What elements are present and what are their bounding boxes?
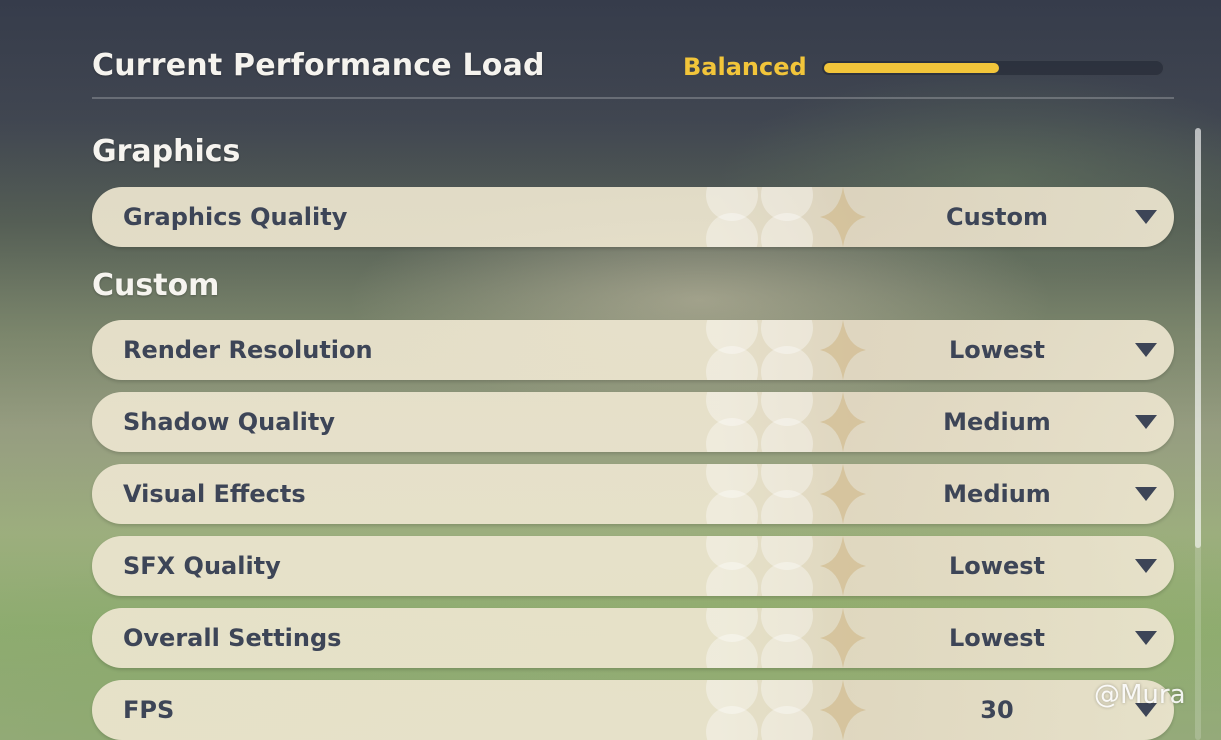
header-divider <box>92 97 1174 99</box>
caret-down-icon <box>1135 210 1157 224</box>
fps-label: FPS <box>123 696 175 724</box>
caret-down-icon <box>1135 487 1157 501</box>
render-resolution-dropdown[interactable]: Render Resolution Lowest <box>92 320 1174 380</box>
shadow-quality-label: Shadow Quality <box>123 408 336 436</box>
section-title-graphics: Graphics <box>92 134 241 169</box>
graphics-quality-value: Custom <box>946 203 1048 231</box>
sfx-quality-value: Lowest <box>949 552 1045 580</box>
graphics-quality-dropdown[interactable]: Graphics Quality Custom <box>92 187 1174 247</box>
graphics-quality-label: Graphics Quality <box>123 203 348 231</box>
render-resolution-label: Render Resolution <box>123 336 373 364</box>
performance-load-bar-fill <box>824 63 999 73</box>
visual-effects-value: Medium <box>943 480 1051 508</box>
scrollbar-thumb[interactable] <box>1195 128 1201 548</box>
render-resolution-value: Lowest <box>949 336 1045 364</box>
section-title-custom: Custom <box>92 268 220 303</box>
visual-effects-dropdown[interactable]: Visual Effects Medium <box>92 464 1174 524</box>
visual-effects-label: Visual Effects <box>123 480 306 508</box>
performance-load-level: Balanced <box>683 53 807 81</box>
caret-down-icon <box>1135 415 1157 429</box>
sfx-quality-label: SFX Quality <box>123 552 281 580</box>
performance-load-bar <box>821 60 1164 76</box>
scrollbar[interactable] <box>1195 128 1201 740</box>
performance-load-title: Current Performance Load <box>92 48 545 83</box>
shadow-quality-value: Medium <box>943 408 1051 436</box>
overall-settings-value: Lowest <box>949 624 1045 652</box>
fps-value: 30 <box>980 696 1014 724</box>
overall-settings-dropdown[interactable]: Overall Settings Lowest <box>92 608 1174 668</box>
fps-dropdown[interactable]: FPS 30 <box>92 680 1174 740</box>
watermark: @Mura <box>1094 680 1186 710</box>
overall-settings-label: Overall Settings <box>123 624 342 652</box>
shadow-quality-dropdown[interactable]: Shadow Quality Medium <box>92 392 1174 452</box>
caret-down-icon <box>1135 631 1157 645</box>
sfx-quality-dropdown[interactable]: SFX Quality Lowest <box>92 536 1174 596</box>
caret-down-icon <box>1135 343 1157 357</box>
caret-down-icon <box>1135 559 1157 573</box>
